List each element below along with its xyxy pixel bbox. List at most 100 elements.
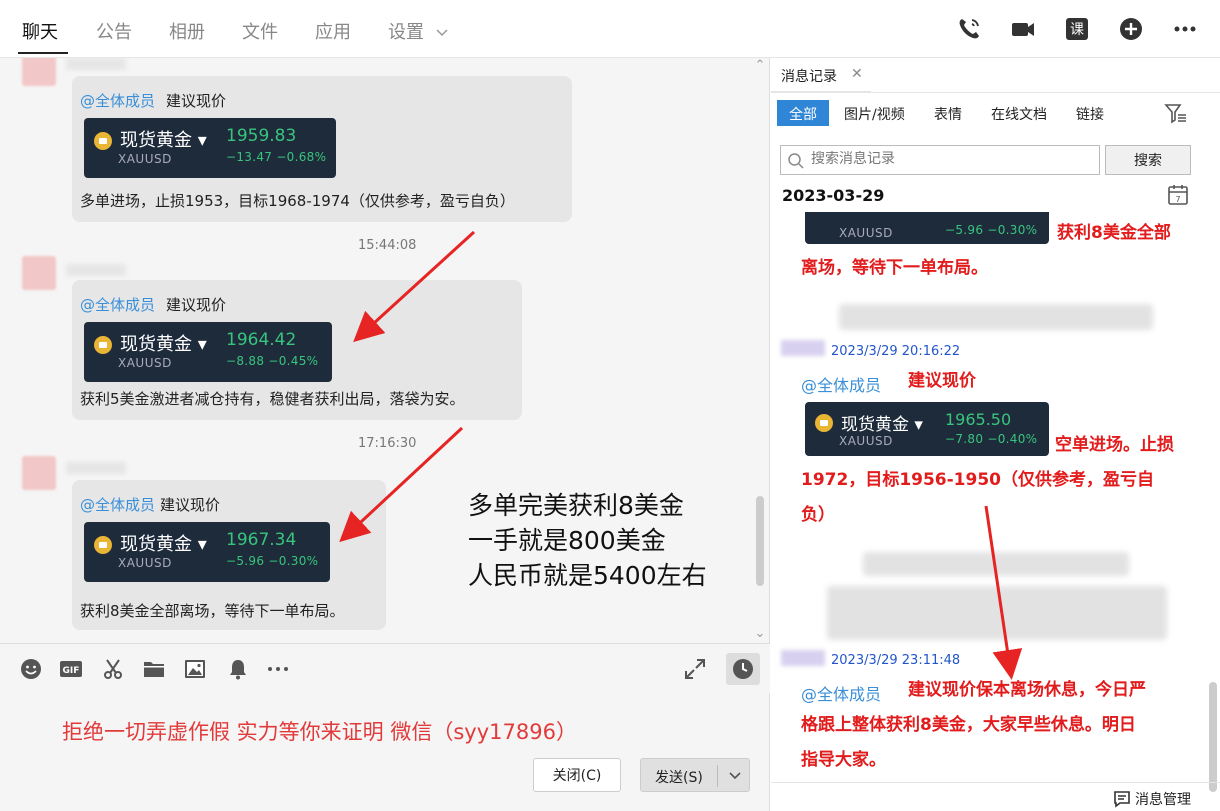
history-search-box[interactable] (780, 145, 1100, 175)
tab-message-history[interactable]: 消息记录 ✕ (771, 58, 871, 92)
tab-chat[interactable]: 聊天 (22, 18, 58, 44)
avatar[interactable] (22, 256, 56, 290)
filter-media[interactable]: 图片/视频 (832, 100, 917, 126)
message-manage-button[interactable]: 消息管理 (1113, 789, 1191, 809)
folder-icon[interactable] (141, 656, 167, 682)
gold-symbol: XAUUSD (118, 556, 172, 570)
more-icon[interactable] (1168, 12, 1202, 46)
course-icon[interactable]: 课 (1060, 12, 1094, 46)
message-list[interactable]: @全体成员 建议现价 现货黄金 ▾ XAUUSD 1959.83 −13.47 … (0, 58, 770, 643)
overlay-annotation: 多单完美获利8美金 一手就是800美金 人民币就是5400左右 (468, 488, 707, 593)
calendar-day: 7 (1175, 195, 1180, 204)
history-search-input[interactable] (811, 151, 1091, 167)
tab-settings-label: 设置 (388, 22, 424, 43)
active-tab-indicator (18, 52, 68, 54)
video-icon[interactable] (1006, 12, 1040, 46)
send-button[interactable]: 发送(S) (640, 758, 750, 792)
gold-quote-card[interactable]: 现货黄金 ▾ XAUUSD 1959.83 −13.47 −0.68% (84, 118, 336, 178)
top-actions: 课 (952, 12, 1202, 46)
gold-quote-card[interactable]: 现货黄金 ▾ XAUUSD 1967.34 −5.96 −0.30% (84, 522, 330, 582)
gold-change: −7.80 −0.40% (945, 432, 1038, 446)
gold-quote-card[interactable]: 现货黄金 ▾ XAUUSD 1965.50 −7.80 −0.40% (805, 402, 1049, 456)
plus-icon[interactable] (1114, 12, 1148, 46)
chat-scrollbar[interactable] (756, 66, 764, 636)
mention-all[interactable]: @全体成员 (80, 90, 155, 111)
mention-all[interactable]: @全体成员 (801, 681, 881, 705)
close-button[interactable]: 关闭(C) (533, 758, 621, 792)
advice-label: 建议现价 (160, 496, 221, 514)
mention-all[interactable]: @全体成员 (80, 294, 155, 315)
history-log[interactable]: XAUUSD −5.96 −0.30% 获利8美金全部 离场，等待下一单布局。 … (771, 212, 1220, 782)
emoji-icon[interactable] (18, 656, 44, 682)
redacted-system-message (827, 586, 1167, 640)
calendar-icon[interactable]: 7 (1167, 184, 1189, 206)
top-nav-bar: 聊天 公告 相册 文件 应用 设置 课 (0, 0, 1220, 58)
message-bubble[interactable]: @全体成员 建议现价 现货黄金 ▾ XAUUSD 1967.34 −5.96 −… (72, 480, 386, 630)
gold-name: 现货黄金 ▾ (120, 534, 207, 555)
tab-album[interactable]: 相册 (169, 18, 205, 44)
filter-links[interactable]: 链接 (1064, 100, 1116, 126)
gold-name: 现货黄金 ▾ (841, 415, 923, 435)
sender-name (66, 462, 126, 474)
message-time: 17:16:30 (358, 436, 417, 451)
history-text: 1972，目标1956-1950（仅供参考，盈亏自 (801, 470, 1154, 490)
tab-files[interactable]: 文件 (242, 18, 278, 44)
sender-name (66, 264, 126, 276)
tab-settings[interactable]: 设置 (388, 18, 448, 44)
message-bubble[interactable]: @全体成员 建议现价 现货黄金 ▾ XAUUSD 1959.83 −13.47 … (72, 76, 572, 222)
gold-coin-icon (94, 132, 112, 150)
gold-change: −5.96 −0.30% (945, 223, 1038, 237)
redacted-sender (781, 340, 825, 356)
history-timestamp: 2023/3/29 23:11:48 (831, 653, 961, 668)
scroll-thumb[interactable] (756, 496, 764, 586)
history-timestamp: 2023/3/29 20:16:22 (831, 344, 961, 359)
image-icon[interactable] (182, 656, 208, 682)
gold-price: 1965.50 (945, 410, 1012, 429)
chevron-down-icon[interactable] (725, 765, 745, 785)
filter-all[interactable]: 全部 (777, 100, 829, 126)
filter-icon[interactable] (1164, 102, 1188, 124)
message-manage-icon (1114, 791, 1130, 808)
message-bubble[interactable]: @全体成员 建议现价 现货黄金 ▾ XAUUSD 1964.42 −8.88 −… (72, 280, 522, 420)
close-icon[interactable]: ✕ (851, 66, 863, 82)
send-button-label: 发送(S) (655, 770, 703, 786)
history-text: 指导大家。 (801, 750, 886, 770)
avatar[interactable] (22, 456, 56, 490)
search-button[interactable]: 搜索 (1105, 145, 1191, 175)
tab-apps[interactable]: 应用 (315, 18, 351, 44)
gold-quote-card[interactable]: XAUUSD −5.96 −0.30% (805, 212, 1049, 244)
message-text: 多单进场，止损1953，目标1968-1974（仅供参考，盈亏自负） (80, 192, 515, 210)
bell-icon[interactable] (225, 656, 251, 682)
svg-text:GIF: GIF (63, 666, 80, 676)
gold-change: −5.96 −0.30% (226, 554, 319, 568)
history-text: 离场，等待下一单布局。 (801, 258, 988, 278)
mention-all[interactable]: @全体成员 (801, 372, 881, 396)
compose-input[interactable]: 拒绝一切弄虚作假 实力等你来证明 微信（syy17896） (62, 716, 577, 746)
filter-docs[interactable]: 在线文档 (979, 100, 1059, 126)
filter-stickers[interactable]: 表情 (922, 100, 974, 126)
mention-all[interactable]: @全体成员 (80, 494, 155, 515)
search-icon (788, 153, 804, 169)
history-clock-icon[interactable] (726, 653, 760, 685)
gold-quote-card[interactable]: 现货黄金 ▾ XAUUSD 1964.42 −8.88 −0.45% (84, 322, 332, 382)
gold-price: 1959.83 (226, 126, 297, 146)
scroll-down-icon[interactable]: ⌄ (752, 626, 768, 641)
gold-symbol: XAUUSD (839, 226, 893, 240)
gold-name: 现货黄金 ▾ (120, 130, 207, 151)
history-scrollbar[interactable] (1209, 682, 1217, 792)
gif-icon[interactable]: GIF (58, 656, 84, 682)
history-text: 负） (801, 505, 835, 525)
gold-change: −13.47 −0.68% (226, 150, 327, 164)
history-text: 格跟上整体获利8美金，大家早些休息。明日 (801, 715, 1136, 735)
history-text: 空单进场。止损 (1055, 435, 1174, 455)
history-text: 获利8美金全部 (1057, 223, 1171, 243)
phone-icon[interactable] (952, 12, 986, 46)
scissors-icon[interactable] (100, 656, 126, 682)
course-icon-label: 课 (1070, 22, 1084, 38)
more-tools-icon[interactable] (265, 656, 291, 682)
tab-announcement[interactable]: 公告 (96, 18, 132, 44)
expand-icon[interactable] (682, 656, 708, 682)
avatar[interactable] (22, 58, 56, 86)
redacted-sender (781, 650, 825, 666)
message-time: 15:44:08 (358, 238, 417, 253)
